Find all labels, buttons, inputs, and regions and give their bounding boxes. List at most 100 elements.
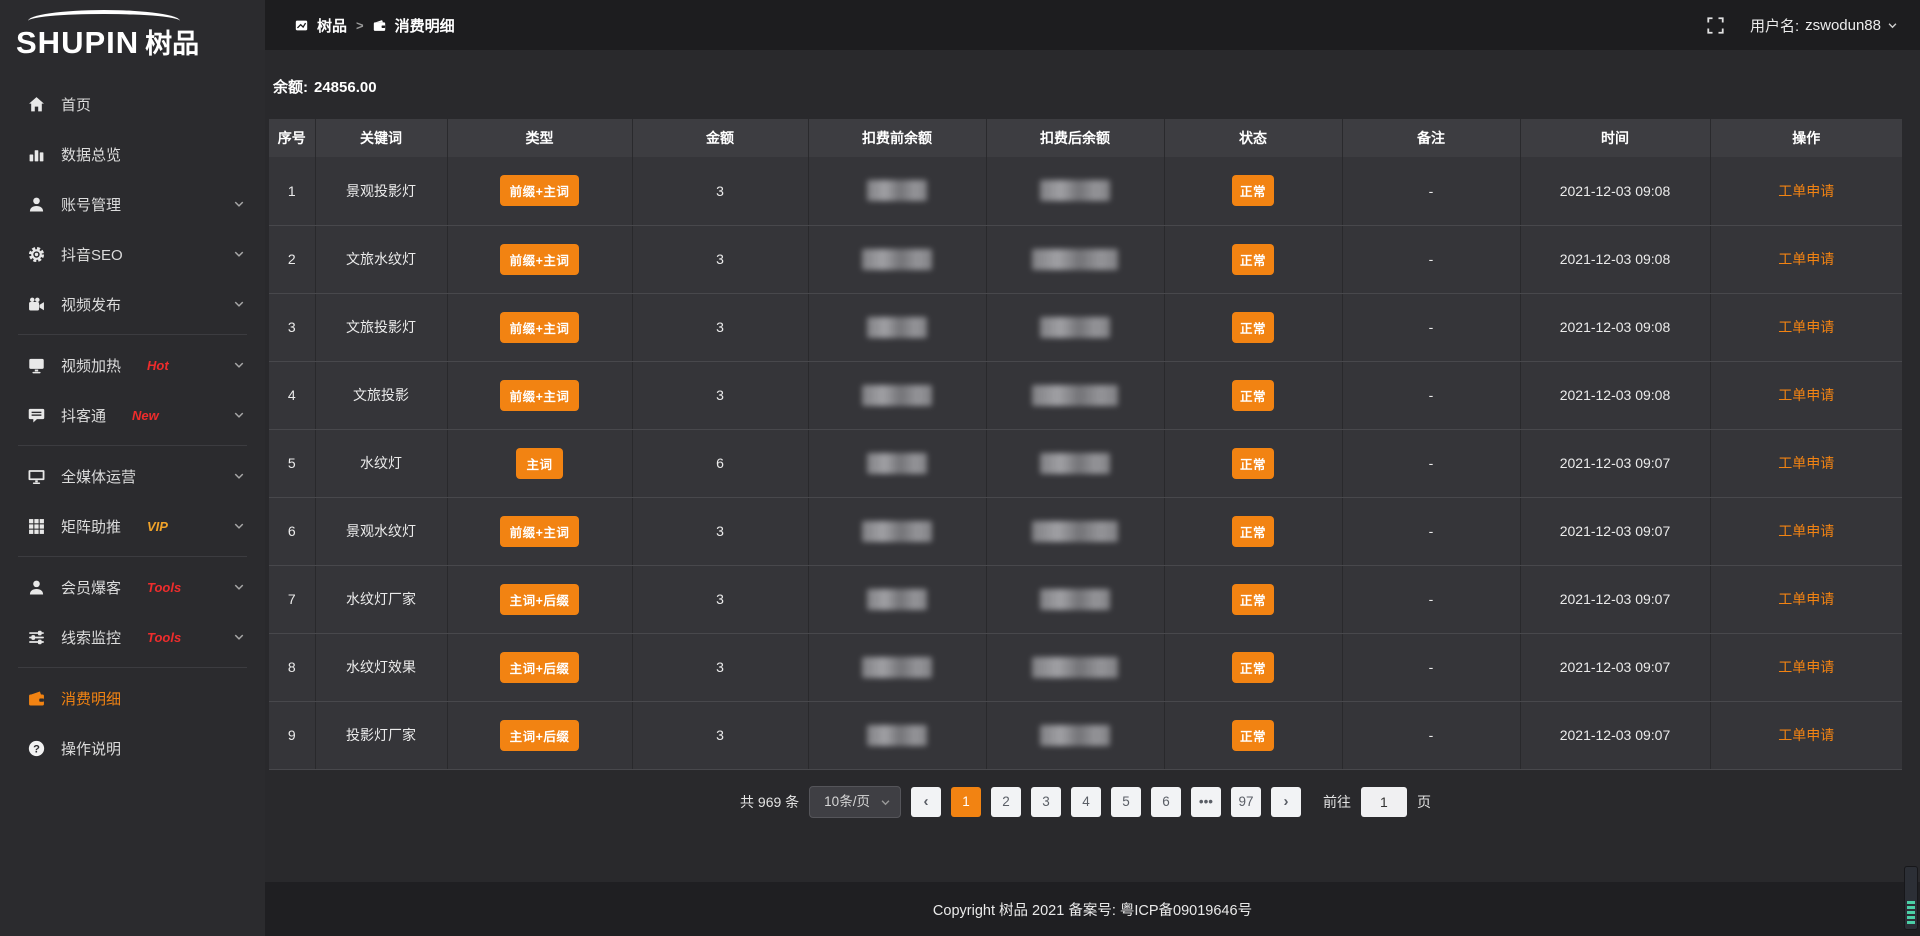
cell-time: 2021-12-03 09:08 [1520, 293, 1710, 361]
sidebar-item-video-heating[interactable]: 视频加热 Hot [0, 340, 265, 390]
cell-keyword: 文旅水纹灯 [315, 225, 447, 293]
work-order-link[interactable]: 工单申请 [1778, 319, 1834, 335]
col-header-action: 操作 [1710, 119, 1902, 157]
sidebar-item-member-burst[interactable]: 会员爆客 Tools [0, 562, 265, 612]
cell-keyword: 投影灯厂家 [315, 701, 447, 769]
goto-suffix: 页 [1417, 792, 1431, 812]
work-order-link[interactable]: 工单申请 [1778, 455, 1834, 471]
sidebar-item-matrix-boost[interactable]: 矩阵助推 VIP [0, 501, 265, 551]
col-header-remark: 备注 [1342, 119, 1520, 157]
sidebar-item-douyin-seo[interactable]: 抖音SEO [0, 229, 265, 279]
status-badge: 正常 [1232, 584, 1274, 615]
type-badge: 主词+后缀 [500, 720, 580, 751]
tools-badge: Tools [147, 630, 181, 645]
page-button-5[interactable]: 5 [1111, 787, 1141, 817]
sidebar-item-instructions[interactable]: ? 操作说明 [0, 723, 265, 773]
user-menu[interactable]: 用户名: zswodun88 [1750, 15, 1898, 36]
svg-text:?: ? [33, 743, 40, 755]
type-badge: 前缀+主词 [500, 312, 580, 343]
sidebar-item-video-publish[interactable]: 视频发布 [0, 279, 265, 329]
cell-keyword: 景观投影灯 [315, 157, 447, 225]
page-button-2[interactable]: 2 [991, 787, 1021, 817]
consumption-table: 序号 关键词 类型 金额 扣费前余额 扣费后余额 状态 备注 时间 操作 1 景… [269, 119, 1902, 770]
sidebar-item-lead-monitoring[interactable]: 线索监控 Tools [0, 612, 265, 662]
type-badge: 前缀+主词 [500, 175, 580, 206]
sidebar-item-label: 全媒体运营 [61, 466, 136, 487]
sidebar: SHUPIN树品 首页 数据总览 账号管理 [0, 0, 265, 936]
sidebar-item-all-media-operation[interactable]: 全媒体运营 [0, 451, 265, 501]
tools-badge: Tools [147, 580, 181, 595]
masked-pre-balance [862, 249, 932, 270]
topbar: 树品 > 消费明细 用户名: zswodun88 [265, 0, 1920, 50]
cell-amount: 3 [632, 701, 808, 769]
message-icon [28, 407, 45, 424]
breadcrumb-item-current: 消费明细 [395, 15, 455, 36]
col-header-post-balance: 扣费后余额 [986, 119, 1164, 157]
cell-time: 2021-12-03 09:07 [1520, 701, 1710, 769]
work-order-link[interactable]: 工单申请 [1778, 183, 1834, 199]
cell-keyword: 水纹灯 [315, 429, 447, 497]
chevron-down-icon [233, 631, 245, 643]
sidebar-item-label: 消费明细 [61, 688, 121, 709]
cell-time: 2021-12-03 09:07 [1520, 565, 1710, 633]
prev-page-button[interactable]: ‹ [911, 787, 941, 817]
col-header-pre-balance: 扣费前余额 [808, 119, 986, 157]
page-button-3[interactable]: 3 [1031, 787, 1061, 817]
page-ellipsis-button[interactable]: ••• [1191, 787, 1221, 817]
table-row: 1 景观投影灯 前缀+主词 3 正常 - 2021-12-03 09:08 工单… [269, 157, 1902, 225]
cell-time: 2021-12-03 09:07 [1520, 429, 1710, 497]
goto-page-input[interactable] [1361, 787, 1407, 817]
main-content: 余额:24856.00 序号 关键词 类型 金额 扣费前余额 扣费后余额 状态 … [265, 50, 1920, 936]
work-order-link[interactable]: 工单申请 [1778, 591, 1834, 607]
type-badge: 前缀+主词 [500, 244, 580, 275]
masked-pre-balance [862, 657, 932, 678]
cell-amount: 3 [632, 293, 808, 361]
wallet-icon [28, 690, 45, 707]
user-icon [28, 196, 45, 213]
work-order-link[interactable]: 工单申请 [1778, 659, 1834, 675]
cell-time: 2021-12-03 09:08 [1520, 225, 1710, 293]
breadcrumb-item-root[interactable]: 树品 [317, 15, 347, 36]
breadcrumb-separator: > [356, 18, 364, 33]
chevron-down-icon [880, 797, 891, 808]
status-badge: 正常 [1232, 516, 1274, 547]
fullscreen-icon[interactable] [1707, 17, 1724, 34]
sidebar-item-doukgetong[interactable]: 抖客通 New [0, 390, 265, 440]
cell-keyword: 文旅投影灯 [315, 293, 447, 361]
work-order-link[interactable]: 工单申请 [1778, 727, 1834, 743]
cell-remark: - [1342, 225, 1520, 293]
sidebar-item-label: 会员爆客 [61, 577, 121, 598]
col-header-type: 类型 [447, 119, 632, 157]
page-button-97[interactable]: 97 [1231, 787, 1261, 817]
member-icon [28, 579, 45, 596]
cell-no: 9 [269, 701, 315, 769]
page-button-4[interactable]: 4 [1071, 787, 1101, 817]
work-order-link[interactable]: 工单申请 [1778, 251, 1834, 267]
cell-no: 6 [269, 497, 315, 565]
balance-value: 24856.00 [314, 79, 377, 96]
work-order-link[interactable]: 工单申请 [1778, 523, 1834, 539]
type-badge: 前缀+主词 [500, 516, 580, 547]
masked-post-balance [1032, 385, 1118, 406]
sidebar-item-label: 矩阵助推 [61, 516, 121, 537]
page-button-1[interactable]: 1 [951, 787, 981, 817]
video-camera-icon [28, 296, 45, 313]
chevron-down-icon [233, 298, 245, 310]
cell-no: 8 [269, 633, 315, 701]
logo-text: SHUPIN树品 [16, 22, 265, 61]
next-page-button[interactable]: › [1271, 787, 1301, 817]
username-value: zswodun88 [1805, 17, 1881, 34]
masked-pre-balance [867, 453, 927, 474]
cell-remark: - [1342, 293, 1520, 361]
work-order-link[interactable]: 工单申请 [1778, 387, 1834, 403]
sidebar-item-data-overview[interactable]: 数据总览 [0, 129, 265, 179]
page-button-6[interactable]: 6 [1151, 787, 1181, 817]
sidebar-item-home[interactable]: 首页 [0, 79, 265, 129]
floating-side-widget[interactable] [1904, 866, 1918, 930]
sidebar-item-consumption-detail[interactable]: 消费明细 [0, 673, 265, 723]
page-size-select[interactable]: 10条/页 [809, 786, 901, 818]
sidebar-item-account-management[interactable]: 账号管理 [0, 179, 265, 229]
cell-remark: - [1342, 157, 1520, 225]
cell-amount: 3 [632, 361, 808, 429]
username-label: 用户名: [1750, 15, 1799, 36]
